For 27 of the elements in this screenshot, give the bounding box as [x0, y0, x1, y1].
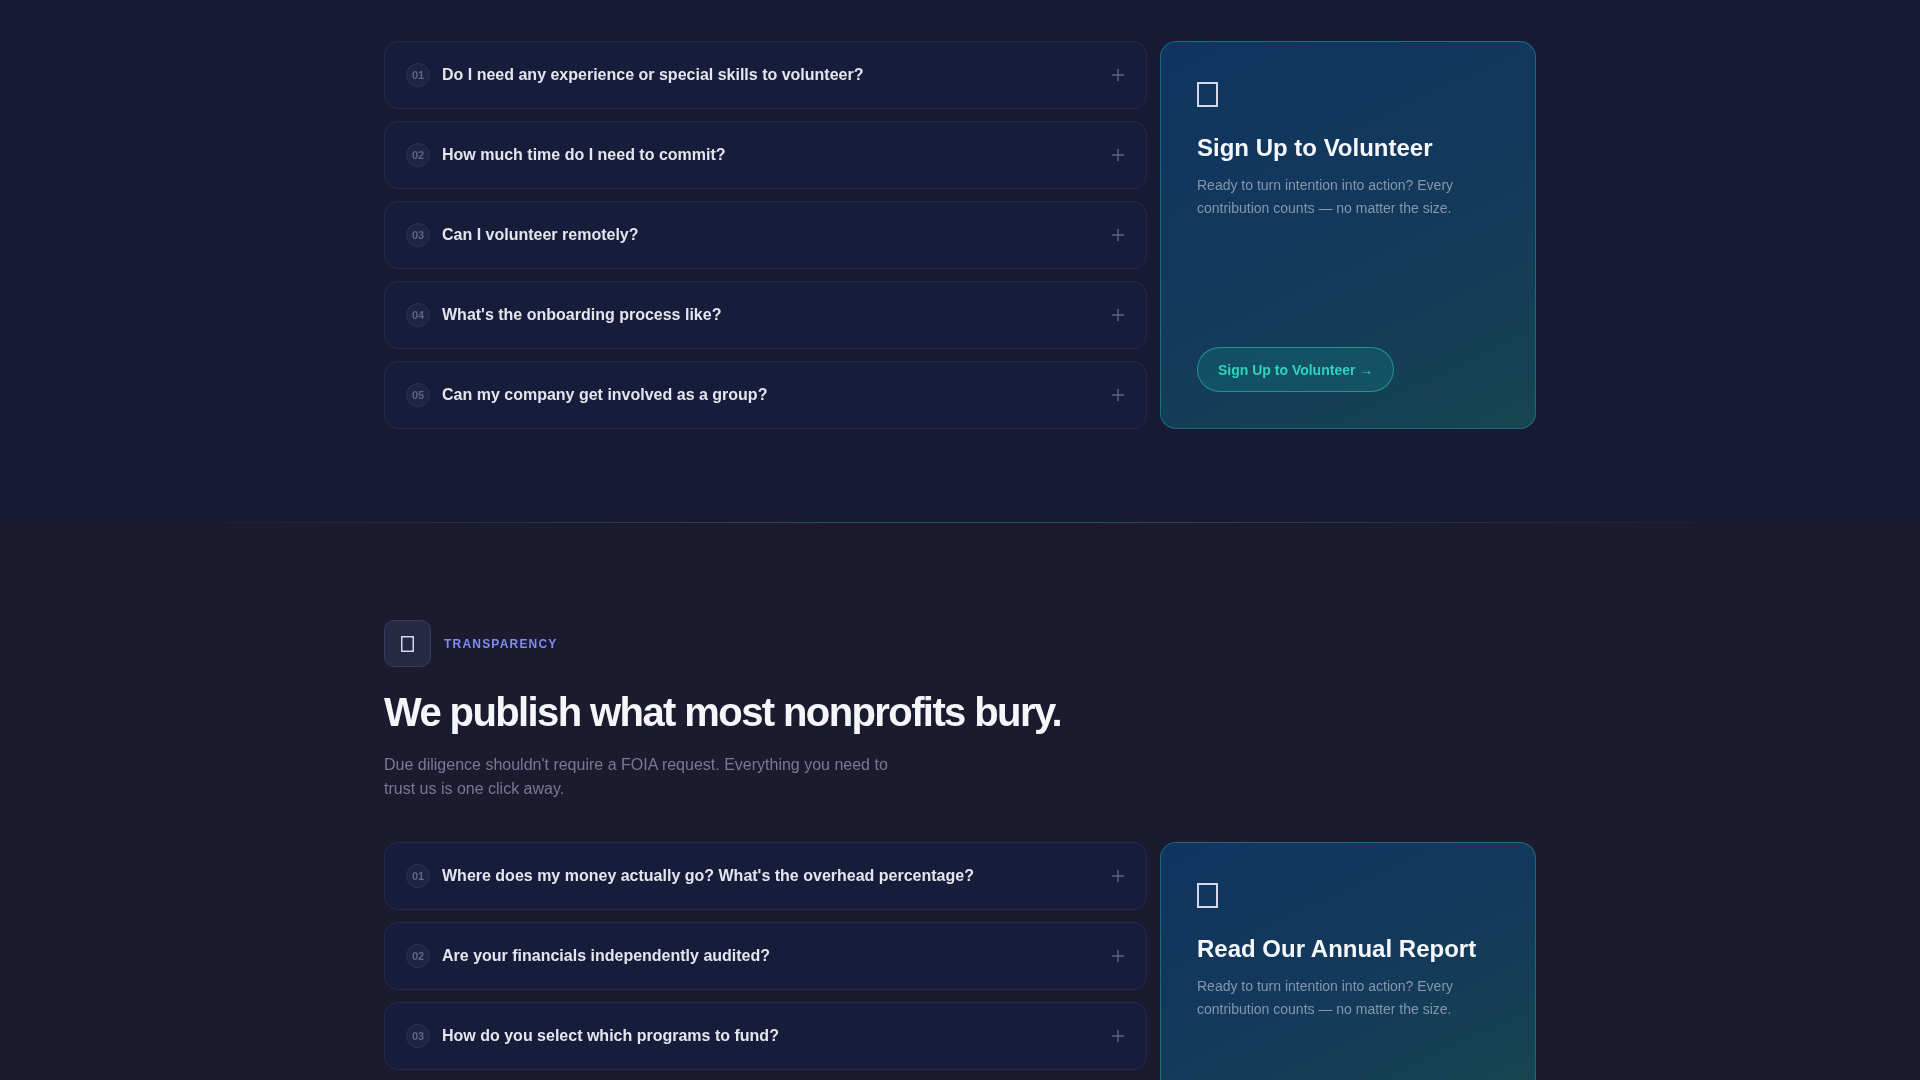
question-number: 03 — [406, 1024, 430, 1048]
card-description: Ready to turn intention into action? Every contribution counts — no matter the size. — [1197, 977, 1455, 1019]
rectangle-outline-icon — [1197, 883, 1218, 908]
question-number: 01 — [406, 864, 430, 888]
faq-item[interactable]: 01 Where does my money actually go? What's the overhead percentage? — [384, 842, 1147, 910]
card-description: Ready to turn intention into action? Every contribution counts — no matter the size. — [1197, 176, 1455, 218]
section-intro: Due diligence shouldn't require a FOIA request. Everything you need to trust us is one click away. — [384, 755, 889, 799]
question-number: 01 — [406, 63, 430, 87]
faq-item[interactable]: 03 How do you select which programs to fund? — [384, 1002, 1147, 1070]
section-heading: We publish what most nonprofits bury. — [384, 689, 1063, 736]
rectangle-outline-icon — [1197, 82, 1218, 107]
section-eyebrow: TRANSPARENCY — [444, 636, 558, 651]
faq-item[interactable]: 01 Do I need any experience or special skills to volunteer? — [384, 41, 1147, 109]
question-number: 04 — [406, 303, 430, 327]
card-title: Read Our Annual Report — [1197, 934, 1477, 963]
card-title: Sign Up to Volunteer — [1197, 133, 1433, 162]
faq-item[interactable]: 04 What's the onboarding process like? — [384, 281, 1147, 349]
faq-item[interactable]: 03 Can I volunteer remotely? — [384, 201, 1147, 269]
rectangle-tile-icon — [384, 620, 431, 667]
cta-button[interactable]: Sign Up to Volunteer → — [1197, 347, 1395, 392]
question-number: 02 — [406, 944, 430, 968]
faq-item[interactable]: 05 Can my company get involved as a group? — [384, 361, 1147, 429]
question-number: 03 — [406, 223, 430, 247]
faq-item[interactable]: 02 How much time do I need to commit? — [384, 121, 1147, 189]
question-number: 02 — [406, 143, 430, 167]
faq-item[interactable]: 02 Are your financials independently audited? — [384, 922, 1147, 990]
question-number: 05 — [406, 383, 430, 407]
